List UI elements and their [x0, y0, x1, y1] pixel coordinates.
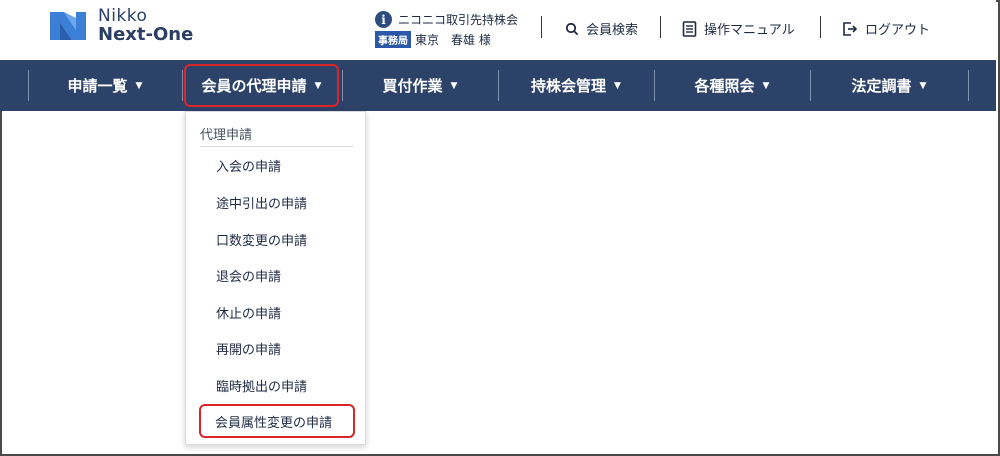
- member-search-link[interactable]: 会員検索: [565, 19, 638, 38]
- nav-item-association-management[interactable]: 持株会管理 ▼: [500, 60, 652, 111]
- search-icon: [565, 22, 579, 35]
- caret-down-icon: ▼: [314, 80, 322, 91]
- menu-item-units-change[interactable]: 口数変更の申請: [216, 230, 307, 249]
- menu-item-resume[interactable]: 再開の申請: [216, 339, 281, 358]
- company-name: ニコニコ取引先持株会: [398, 13, 519, 27]
- header-separator: [820, 16, 821, 38]
- manual-link[interactable]: 操作マニュアル: [682, 19, 795, 38]
- nav-label: 申請一覧: [67, 77, 128, 95]
- menu-item-partial-withdrawal[interactable]: 途中引出の申請: [216, 193, 307, 212]
- header-separator: [660, 16, 661, 38]
- main-nav: 申請一覧 ▼ 会員の代理申請 ▼ 買付作業 ▼ 持株会管理 ▼ 各種照会 ▼ 法…: [0, 60, 996, 111]
- nav-divider: [28, 70, 29, 101]
- manual-label: 操作マニュアル: [704, 23, 795, 38]
- header-separator: [541, 16, 542, 38]
- user-name: 東京 春雄 様: [415, 33, 491, 47]
- nav-divider: [498, 70, 499, 101]
- nav-label: 会員の代理申請: [201, 77, 307, 95]
- nav-divider: [654, 70, 655, 101]
- member-search-label: 会員検索: [586, 23, 639, 38]
- logout-label: ログアウト: [865, 23, 931, 38]
- nav-divider: [342, 70, 343, 101]
- nav-item-application-list[interactable]: 申請一覧 ▼: [30, 60, 180, 111]
- menu-item-suspend[interactable]: 休止の申請: [216, 303, 281, 322]
- menu-item-attribute-change[interactable]: 会員属性変更の申請: [199, 404, 355, 438]
- caret-down-icon: ▼: [919, 80, 927, 91]
- nav-label: 持株会管理: [531, 77, 607, 95]
- caret-down-icon: ▼: [135, 80, 143, 91]
- nav-item-proxy-application[interactable]: 会員の代理申請 ▼: [184, 64, 339, 107]
- brand-logo[interactable]: Nikko Next-One: [46, 7, 194, 45]
- caret-down-icon: ▼: [614, 80, 621, 91]
- top-header: Nikko Next-One i ニコニコ取引先持株会 事務局 東京 春雄 様 …: [0, 0, 996, 60]
- nav-divider: [968, 70, 969, 101]
- logout-icon: [843, 21, 858, 36]
- proxy-application-dropdown: 代理申請 入会の申請 途中引出の申請 口数変更の申請 退会の申請 休止の申請 再…: [185, 111, 366, 445]
- nav-item-purchase-work[interactable]: 買付作業 ▼: [344, 60, 496, 111]
- user-info: i ニコニコ取引先持株会 事務局 東京 春雄 様: [375, 11, 518, 48]
- nav-label: 法定調書: [851, 77, 912, 95]
- nav-divider: [182, 70, 183, 101]
- caret-down-icon: ▼: [450, 80, 458, 91]
- nav-item-inquiries[interactable]: 各種照会 ▼: [656, 60, 808, 111]
- nav-label: 各種照会: [694, 77, 755, 95]
- nav-divider: [810, 70, 811, 101]
- menu-item-join[interactable]: 入会の申請: [216, 156, 281, 175]
- nikko-logo-icon: [46, 8, 90, 44]
- menu-item-extra-contribution[interactable]: 臨時拠出の申請: [216, 376, 307, 395]
- caret-down-icon: ▼: [762, 80, 770, 91]
- logo-line2: Next-One: [98, 23, 194, 45]
- dropdown-header: 代理申請: [200, 128, 253, 143]
- info-icon: i: [375, 11, 392, 28]
- menu-item-withdraw[interactable]: 退会の申請: [216, 266, 281, 285]
- logout-link[interactable]: ログアウト: [842, 19, 930, 38]
- dropdown-divider: [200, 146, 353, 147]
- role-badge: 事務局: [375, 31, 411, 48]
- document-icon: [682, 20, 697, 37]
- nav-label: 買付作業: [382, 77, 443, 95]
- nav-item-legal-reports[interactable]: 法定調書 ▼: [812, 60, 966, 111]
